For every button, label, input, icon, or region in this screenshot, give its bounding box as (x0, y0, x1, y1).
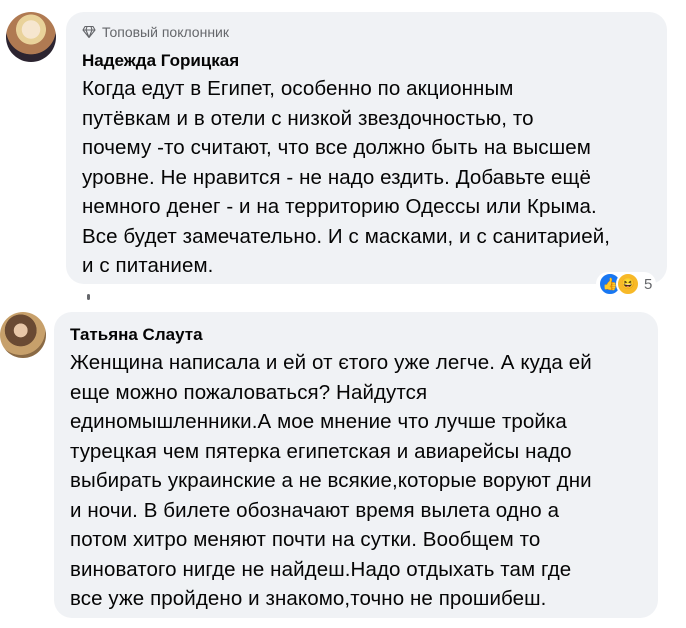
comment-bubble: Татьяна Слаута Женщина написала и ей от … (54, 312, 658, 618)
avatar[interactable] (6, 12, 56, 62)
comment-author[interactable]: Надежда Горицкая (82, 50, 651, 72)
reactions-summary[interactable]: 👍 😆 5 (596, 272, 657, 296)
avatar[interactable] (0, 312, 46, 358)
haha-icon: 😆 (616, 272, 640, 296)
comment-bubble: Топовый поклонник Надежда Горицкая Когда… (66, 12, 667, 284)
diamond-icon (82, 25, 96, 39)
reaction-count: 5 (644, 275, 653, 293)
top-fan-badge: Топовый поклонник (82, 22, 651, 42)
comment-text: Когда едут в Египет, особенно по акционн… (82, 77, 611, 277)
comment-text: Женщина написала и ей от єтого уже легче… (70, 351, 592, 610)
comment-author[interactable]: Татьяна Слаута (70, 324, 642, 346)
thread-line (87, 294, 90, 300)
badge-label: Топовый поклонник (102, 24, 229, 40)
